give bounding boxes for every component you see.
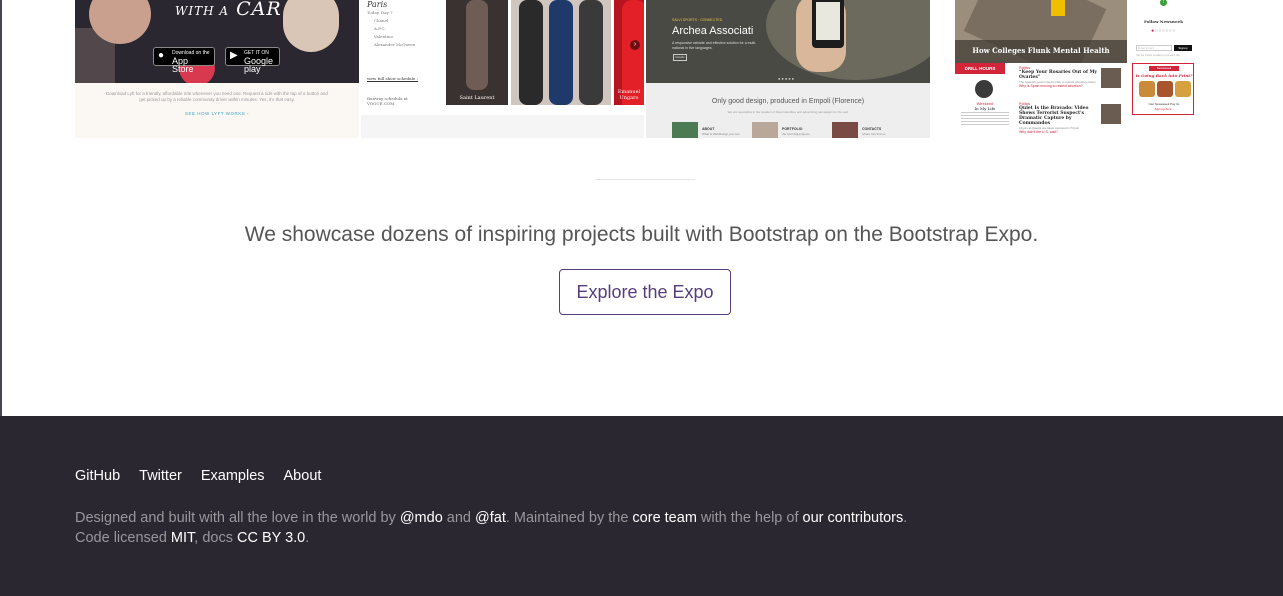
site-footer: GitHub Twitter Examples About Designed a…	[0, 416, 1283, 596]
vogue-panel: Paris Today, Day 7 Chanel A.P.C. Valenti…	[361, 0, 644, 115]
showcase-strip: WITH A CAR ● Download on the App Store ▶…	[75, 0, 1195, 138]
arrow-up-icon[interactable]: ↑	[1160, 0, 1167, 6]
runway-photo	[511, 0, 611, 105]
showcase-thumb-newsweek[interactable]: How Colleges Flunk Mental Health DRILL H…	[955, 0, 1195, 138]
showcase-thumb-vogue[interactable]: Paris Today, Day 7 Chanel A.P.C. Valenti…	[361, 0, 644, 138]
social-icons[interactable]: ●○○○○○○	[1132, 28, 1195, 34]
news-story[interactable]: Politics Quiet Is the Bravado: Video Sho…	[1019, 102, 1099, 134]
promo-title: Is Going Back into Print?	[1135, 73, 1193, 78]
carousel-dots[interactable]: ●●●●●	[778, 76, 795, 81]
card-text: where can find us	[862, 132, 886, 136]
showcase-thumb-archea[interactable]: SALVI SPORTS · CONNECTED Archea Associat…	[646, 0, 930, 138]
story-link[interactable]: Why is Spain moving to restrict abortion…	[1019, 84, 1099, 88]
vogue-city: Paris	[367, 0, 388, 9]
promo-image	[1139, 81, 1155, 97]
fat-link[interactable]: @fat	[475, 510, 506, 526]
mit-license-link[interactable]: MIT	[171, 530, 194, 546]
mdo-link[interactable]: @mdo	[400, 510, 443, 526]
promo-image	[1157, 81, 1173, 97]
vogue-schedule-link[interactable]: view full show schedule ›	[367, 76, 418, 81]
story-thumbnail	[1101, 104, 1121, 124]
email-field[interactable]: Enter Email	[1136, 45, 1172, 51]
credits-line-2: Code licensed MIT, docs CC BY 3.0.	[75, 530, 310, 546]
contributors-link[interactable]: our contributors	[803, 510, 904, 526]
footer-link-twitter[interactable]: Twitter	[139, 468, 182, 484]
core-team-link[interactable]: core team	[632, 510, 696, 526]
card-title: PORTFOLIO	[782, 127, 803, 131]
card-title: CONTACTS	[862, 127, 882, 131]
card-text: What is WebDesign you can	[702, 132, 740, 136]
follow-heading: Follow Newsweek	[1143, 19, 1184, 24]
photo-caption: Emanuel Ungaro	[617, 89, 641, 101]
story-headline[interactable]: Quiet Is the Bravado: Video Shows Terror…	[1019, 106, 1099, 126]
archea-card[interactable]: ABOUT What is WebDesign you can	[672, 122, 748, 138]
apple-icon: ●	[158, 50, 165, 61]
vogue-subnav-item[interactable]: Chanel	[367, 17, 425, 25]
news-story[interactable]: Politics “Keep Your Rosaries Out of My O…	[1019, 66, 1099, 88]
vogue-subnav-head: Today, Day 7	[367, 10, 393, 15]
vogue-photo-carousel: Saint Laurent Emanuel Ungaro	[446, 0, 644, 105]
lyft-tagline: WITH A CAR	[175, 0, 282, 20]
signup-button[interactable]: Signup	[1174, 45, 1192, 51]
app-store-badge[interactable]: ● Download on the App Store	[153, 47, 215, 74]
section-divider	[595, 179, 695, 180]
vogue-subnav-item[interactable]: A.P.C.	[367, 25, 425, 33]
news-hero-title: How Colleges Flunk Mental Health	[972, 46, 1110, 55]
lyft-cta-link[interactable]: SEE HOW LYFT WORKS ›	[75, 111, 359, 116]
archea-details-button[interactable]: Details	[673, 54, 687, 61]
archea-title: Archea Associati	[672, 25, 754, 37]
vogue-subnav-item[interactable]: Valentino	[367, 33, 425, 41]
archea-card[interactable]: CONTACTS where can find us	[832, 122, 908, 138]
chevron-right-icon[interactable]: ›	[630, 40, 640, 50]
promo-link[interactable]: Sign up here ›	[1133, 107, 1195, 111]
archea-card[interactable]: PORTFOLIO the best digi-projects	[752, 122, 828, 138]
lyft-copy: Download Lyft for a friendly, affordable…	[106, 91, 328, 102]
archea-desc: A responsive website and effective solut…	[672, 41, 757, 50]
footer-nav: GitHub Twitter Examples About	[75, 468, 321, 484]
story-link[interactable]: Why didn't the U.S. wait?	[1019, 130, 1099, 134]
archea-eyebrow: SALVI SPORTS · CONNECTED	[672, 18, 723, 22]
promo-label: Newsweek	[1149, 66, 1179, 71]
story-thumbnail	[1101, 68, 1121, 88]
archea-hero-image: SALVI SPORTS · CONNECTED Archea Associat…	[646, 0, 930, 83]
news-hero-image: How Colleges Flunk Mental Health	[955, 0, 1127, 63]
google-play-badge[interactable]: ▶ GET IT ON Google play	[225, 47, 280, 74]
vogue-side-nav: Paris Today, Day 7 Chanel A.P.C. Valenti…	[367, 0, 425, 106]
vogue-tags: Runway schedule at VOGUE.COM	[367, 96, 408, 106]
runway-photo: Emanuel Ungaro	[614, 0, 644, 105]
footer-link-github[interactable]: GitHub	[75, 468, 120, 484]
play-icon: ▶	[230, 50, 238, 61]
footer-credits: Designed and built with all the love in …	[75, 508, 907, 548]
signup-fine-print: Get top stories emailed to you each day.	[1136, 54, 1181, 57]
news-sidebar: ↑ Follow Newsweek ●○○○○○○ Enter Email Si…	[1132, 0, 1195, 138]
news-column-title: In My Life	[974, 106, 996, 111]
explore-expo-button[interactable]: Explore the Expo	[559, 269, 731, 315]
footer-link-about[interactable]: About	[284, 468, 322, 484]
credits-line-1: Designed and built with all the love in …	[75, 510, 908, 526]
card-text: the best digi-projects	[782, 132, 810, 136]
runway-photo: Saint Laurent	[446, 0, 508, 105]
lyft-hero-image: WITH A CAR ● Download on the App Store ▶…	[75, 0, 359, 83]
hand-with-phone-image	[283, 0, 339, 52]
archea-tagsub: We are specialists in the creation of br…	[727, 110, 849, 114]
expo-lead-text: We showcase dozens of inspiring projects…	[244, 223, 1039, 246]
cc-license-link[interactable]: CC BY 3.0	[237, 530, 305, 546]
story-headline[interactable]: “Keep Your Rosaries Out of My Ovaries”	[1019, 70, 1099, 80]
column-text-lines	[961, 112, 1009, 127]
promo-text: Can Newsweek Pay Its	[1148, 102, 1180, 106]
news-section-label: DRILL HOURS	[955, 63, 1005, 74]
columnist-avatar	[975, 80, 993, 98]
card-title: ABOUT	[702, 127, 715, 131]
promo-box[interactable]: Newsweek Is Going Back into Print? Can N…	[1132, 63, 1194, 115]
vogue-subnav-item[interactable]: Alexander McQueen	[367, 41, 425, 49]
archea-tagline: Only good design, produced in Empoli (Fl…	[711, 98, 865, 105]
footer-link-examples[interactable]: Examples	[201, 468, 265, 484]
showcase-thumb-lyft[interactable]: WITH A CAR ● Download on the App Store ▶…	[75, 0, 359, 138]
promo-image	[1175, 81, 1191, 97]
photo-caption: Saint Laurent	[459, 95, 495, 101]
